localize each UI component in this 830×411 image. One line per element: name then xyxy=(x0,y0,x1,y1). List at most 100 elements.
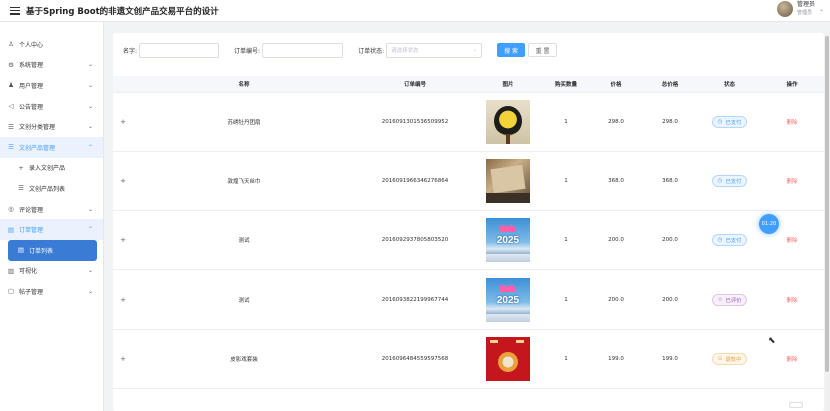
chevron-icon: ⌃ xyxy=(87,226,93,234)
sidebar-item-8[interactable]: ◎ 评论管理 ⌄ xyxy=(0,199,103,220)
sidebar-item-label: 用户管理 xyxy=(19,82,44,90)
sidebar: ♙ 个人中心 ⚙ 系统管理 ⌄ ♟ 用户管理 ⌄ ◁ 公告管理 ⌄ ☰ 文创分类管理 ⌄ ☰ 文创产品管理 ⌃ +… xyxy=(0,22,104,411)
expand-icon[interactable]: + xyxy=(120,236,126,244)
table-header-row: 名称 订单编号 图片 购买数量 价格 总价格 状态 操作 xyxy=(113,76,824,93)
user-name: 管理员 xyxy=(796,1,815,8)
table-row[interactable]: + 测试 2016092937805803520 2025 1 200.0 200.0 ◷ 已支… xyxy=(113,210,824,271)
clock-icon: ◷ xyxy=(717,237,723,244)
status-badge: ☆ 已评价 xyxy=(711,293,748,306)
sidebar-item-2[interactable]: ♟ 用户管理 ⌄ xyxy=(0,75,103,96)
chart-icon: ▥ xyxy=(7,266,15,275)
app-title: 基于Spring Boot的非遗文创产品交易平台的设计 xyxy=(26,6,219,17)
delete-button[interactable]: 删除 xyxy=(786,238,797,244)
quantity: 1 xyxy=(541,210,591,271)
orders-table: 名称 订单编号 图片 购买数量 价格 总价格 状态 操作 + 苏绣牡丹团扇 20160913015… xyxy=(113,76,824,389)
table-row[interactable]: + 敦煌飞天丝巾 2016091966346276864 1 368.0 368.0 ◷ 已支… xyxy=(113,151,824,212)
delete-button[interactable]: 删除 xyxy=(786,120,797,126)
chevron-icon: ⌄ xyxy=(87,102,93,110)
sidebar-item-label: 个人中心 xyxy=(19,41,44,49)
sidebar-item-6[interactable]: + 录入文创产品 xyxy=(0,158,103,179)
sidebar-item-9[interactable]: ▤ 订单管理 ⌃ xyxy=(0,219,103,240)
order-no-input[interactable] xyxy=(262,42,344,58)
expand-icon[interactable]: + xyxy=(120,355,126,363)
name-input[interactable] xyxy=(139,42,220,58)
product-name: 苏绣牡丹团扇 xyxy=(133,92,355,152)
scrollbar-thumb[interactable] xyxy=(825,36,829,372)
quantity: 1 xyxy=(541,269,591,330)
sidebar-item-10[interactable]: ▤ 订单列表 xyxy=(8,239,97,261)
table-row[interactable]: + 测试 2016093822199967744 2025 1 200.0 200.0 ☆ 已评… xyxy=(113,269,824,330)
chevron-icon: ⌄ xyxy=(87,81,93,89)
delete-button[interactable]: 删除 xyxy=(786,298,797,304)
chevron-icon: ⌄ xyxy=(87,61,93,69)
clock-icon: ◷ xyxy=(717,118,723,125)
status-text: 退款中 xyxy=(725,356,742,363)
sidebar-item-5[interactable]: ☰ 文创产品管理 ⌃ xyxy=(0,136,103,158)
hamburger-icon[interactable] xyxy=(10,6,20,15)
expand-icon[interactable]: + xyxy=(120,118,126,126)
mouse-cursor-icon: ⬉ xyxy=(768,336,776,346)
clock-icon: ◷ xyxy=(717,177,723,184)
product-name: 敦煌飞天丝巾 xyxy=(133,151,355,212)
star-icon: ☆ xyxy=(717,296,723,303)
sidebar-item-label: 录入文创产品 xyxy=(29,165,66,173)
quantity: 1 xyxy=(541,329,591,389)
avatar[interactable] xyxy=(776,1,793,17)
list-icon: ☰ xyxy=(18,184,24,193)
status-badge: ◷ 已支付 xyxy=(711,174,748,187)
product-name: 皮影戏套装 xyxy=(133,329,355,389)
reset-button[interactable]: 重 置 xyxy=(528,43,558,57)
sidebar-item-label: 帖子管理 xyxy=(19,288,44,296)
column-header: 操作 xyxy=(760,76,824,93)
sidebar-item-label: 公告管理 xyxy=(19,103,44,111)
column-header xyxy=(113,76,133,93)
sidebar-item-12[interactable]: ▢ 帖子管理 ⌄ xyxy=(0,281,103,302)
sidebar-item-0[interactable]: ♙ 个人中心 xyxy=(0,34,103,55)
sidebar-item-label: 文创分类管理 xyxy=(19,124,56,132)
chevron-icon: ⌄ xyxy=(87,205,93,213)
sidebar-item-1[interactable]: ⚙ 系统管理 ⌄ xyxy=(0,55,103,76)
sidebar-item-11[interactable]: ▥ 可视化 ⌄ xyxy=(0,261,103,282)
chevron-icon: ⌄ xyxy=(87,287,93,295)
list-icon: ☰ xyxy=(8,122,14,131)
product-image xyxy=(486,158,530,203)
product-image: 2025 xyxy=(486,277,530,322)
product-image xyxy=(486,99,530,144)
megaphone-icon: ◁ xyxy=(8,102,14,111)
expand-icon[interactable]: + xyxy=(120,296,126,304)
delete-button[interactable]: 删除 xyxy=(786,357,797,363)
order-number: 2016093822199967744 xyxy=(355,269,475,330)
column-header: 名称 xyxy=(133,76,355,93)
column-header: 购买数量 xyxy=(541,76,591,93)
status-text: 已支付 xyxy=(725,119,742,126)
sidebar-item-4[interactable]: ☰ 文创分类管理 ⌄ xyxy=(0,116,103,137)
status-badge: ◷ 已支付 xyxy=(711,115,748,128)
product-name: 测试 xyxy=(133,210,355,271)
price: 199.0 xyxy=(591,329,641,389)
column-header: 订单编号 xyxy=(355,76,475,93)
search-button[interactable]: 搜 索 xyxy=(497,43,526,57)
comment-icon: ◎ xyxy=(8,205,14,214)
table-row[interactable]: + 苏绣牡丹团扇 2016091301536509952 1 298.0 298.0 ◷ 已支… xyxy=(113,92,824,152)
chevron-down-icon[interactable]: ⌄ xyxy=(819,6,824,13)
chevron-icon: ⌄ xyxy=(87,123,93,131)
sidebar-item-3[interactable]: ◁ 公告管理 ⌄ xyxy=(0,96,103,117)
plus-icon: + xyxy=(18,163,24,172)
pagination-control[interactable] xyxy=(789,402,803,408)
column-header: 状态 xyxy=(699,76,760,93)
sidebar-item-7[interactable]: ☰ 文创产品列表 xyxy=(0,178,103,199)
main-panel: 名字: 订单编号: 订单状态: 请选择状态 ⌄ 搜 索 重 置 名称 订单编号 图片… xyxy=(113,33,824,411)
order-number: 2016092937805803520 xyxy=(355,210,475,271)
status-select[interactable]: 请选择状态 ⌄ xyxy=(386,42,483,58)
timer-badge[interactable]: 01:20 xyxy=(759,214,779,234)
order-number: 2016096484559597568 xyxy=(355,329,475,389)
sidebar-item-label: 订单列表 xyxy=(29,247,54,255)
price: 298.0 xyxy=(591,92,641,152)
total-price: 200.0 xyxy=(641,269,699,330)
table-row[interactable]: + 皮影戏套装 2016096484559597568 1 199.0 199.0 ⊙ 退款中… xyxy=(113,329,824,389)
delete-button[interactable]: 删除 xyxy=(786,179,797,185)
user-menu[interactable]: 管理员 管理员 ⌄ xyxy=(776,1,824,17)
expand-icon[interactable]: + xyxy=(120,177,126,185)
product-name: 测试 xyxy=(133,269,355,330)
status-text: 已支付 xyxy=(725,238,742,245)
